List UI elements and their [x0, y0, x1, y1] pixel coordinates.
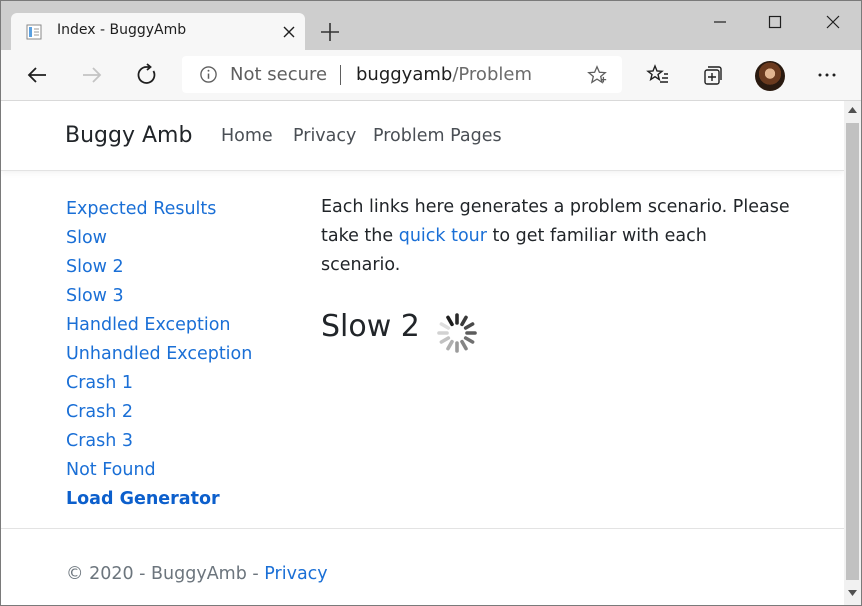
vertical-scrollbar[interactable]: [844, 101, 861, 605]
scroll-down-arrow-icon[interactable]: [848, 590, 857, 596]
site-footer: © 2020 - BuggyAmb - Privacy: [1, 528, 844, 605]
info-icon[interactable]: [199, 65, 218, 84]
forward-arrow-icon[interactable]: [80, 63, 104, 87]
problem-sidebar: Expected Results Slow Slow 2 Slow 3 Hand…: [66, 195, 252, 514]
sidebar-link-not-found[interactable]: Not Found: [66, 456, 252, 485]
collections-icon[interactable]: [701, 63, 725, 87]
footer-text: © 2020 - BuggyAmb - Privacy: [66, 564, 328, 584]
tab-strip: Index - BuggyAmb: [1, 1, 861, 50]
sidebar-link-slow[interactable]: Slow: [66, 224, 252, 253]
sidebar-link-load-generator[interactable]: Load Generator: [66, 485, 252, 514]
close-window-button[interactable]: [810, 7, 856, 37]
browser-window: Index - BuggyAmb Not secure buggyamb/Pro…: [0, 0, 862, 606]
back-arrow-icon[interactable]: [25, 63, 49, 87]
sidebar-link-slow-3[interactable]: Slow 3: [66, 282, 252, 311]
nav-privacy[interactable]: Privacy: [293, 126, 356, 146]
minimize-button[interactable]: [697, 7, 743, 37]
close-tab-icon[interactable]: [281, 24, 297, 40]
refresh-icon[interactable]: [135, 63, 159, 87]
page-heading: Slow 2: [321, 309, 420, 344]
maximize-icon: [768, 15, 782, 29]
footer-copyright: © 2020 - BuggyAmb -: [66, 564, 265, 584]
new-tab-icon[interactable]: [319, 21, 341, 43]
active-tab[interactable]: Index - BuggyAmb: [11, 13, 305, 50]
security-label[interactable]: Not secure: [230, 64, 327, 85]
profile-avatar[interactable]: [755, 61, 785, 91]
favorite-star-icon[interactable]: [586, 64, 608, 86]
favorites-icon[interactable]: [646, 63, 670, 87]
site-navbar: Buggy Amb Home Privacy Problem Pages: [1, 101, 844, 171]
nav-problem-pages[interactable]: Problem Pages: [373, 126, 502, 146]
quick-tour-link[interactable]: quick tour: [399, 226, 487, 246]
sidebar-link-crash-1[interactable]: Crash 1: [66, 369, 252, 398]
sidebar-link-crash-3[interactable]: Crash 3: [66, 427, 252, 456]
scroll-up-arrow-icon[interactable]: [848, 107, 857, 113]
scroll-thumb[interactable]: [846, 123, 859, 580]
url-text[interactable]: buggyamb/Problem: [356, 64, 532, 85]
site-brand[interactable]: Buggy Amb: [65, 123, 192, 148]
sidebar-link-handled-exception[interactable]: Handled Exception: [66, 311, 252, 340]
close-icon: [826, 15, 840, 29]
tab-title: Index - BuggyAmb: [57, 22, 187, 38]
url-path: /Problem: [452, 64, 532, 85]
sidebar-link-slow-2[interactable]: Slow 2: [66, 253, 252, 282]
sidebar-link-expected-results[interactable]: Expected Results: [66, 195, 252, 224]
address-separator: [340, 65, 341, 85]
minimize-icon: [714, 21, 726, 23]
browser-toolbar: Not secure buggyamb/Problem: [1, 50, 861, 101]
url-host: buggyamb: [356, 64, 453, 85]
sidebar-link-unhandled-exception[interactable]: Unhandled Exception: [66, 340, 252, 369]
maximize-button[interactable]: [752, 7, 798, 37]
footer-privacy-link[interactable]: Privacy: [264, 564, 327, 584]
loading-spinner-icon: [437, 313, 477, 353]
nav-home[interactable]: Home: [221, 126, 273, 146]
address-bar[interactable]: Not secure buggyamb/Problem: [182, 56, 622, 93]
page-favicon-icon: [26, 24, 42, 40]
intro-paragraph: Each links here generates a problem scen…: [321, 193, 791, 280]
page-viewport: Buggy Amb Home Privacy Problem Pages Exp…: [1, 101, 844, 605]
sidebar-link-crash-2[interactable]: Crash 2: [66, 398, 252, 427]
more-menu-icon[interactable]: [815, 63, 839, 87]
